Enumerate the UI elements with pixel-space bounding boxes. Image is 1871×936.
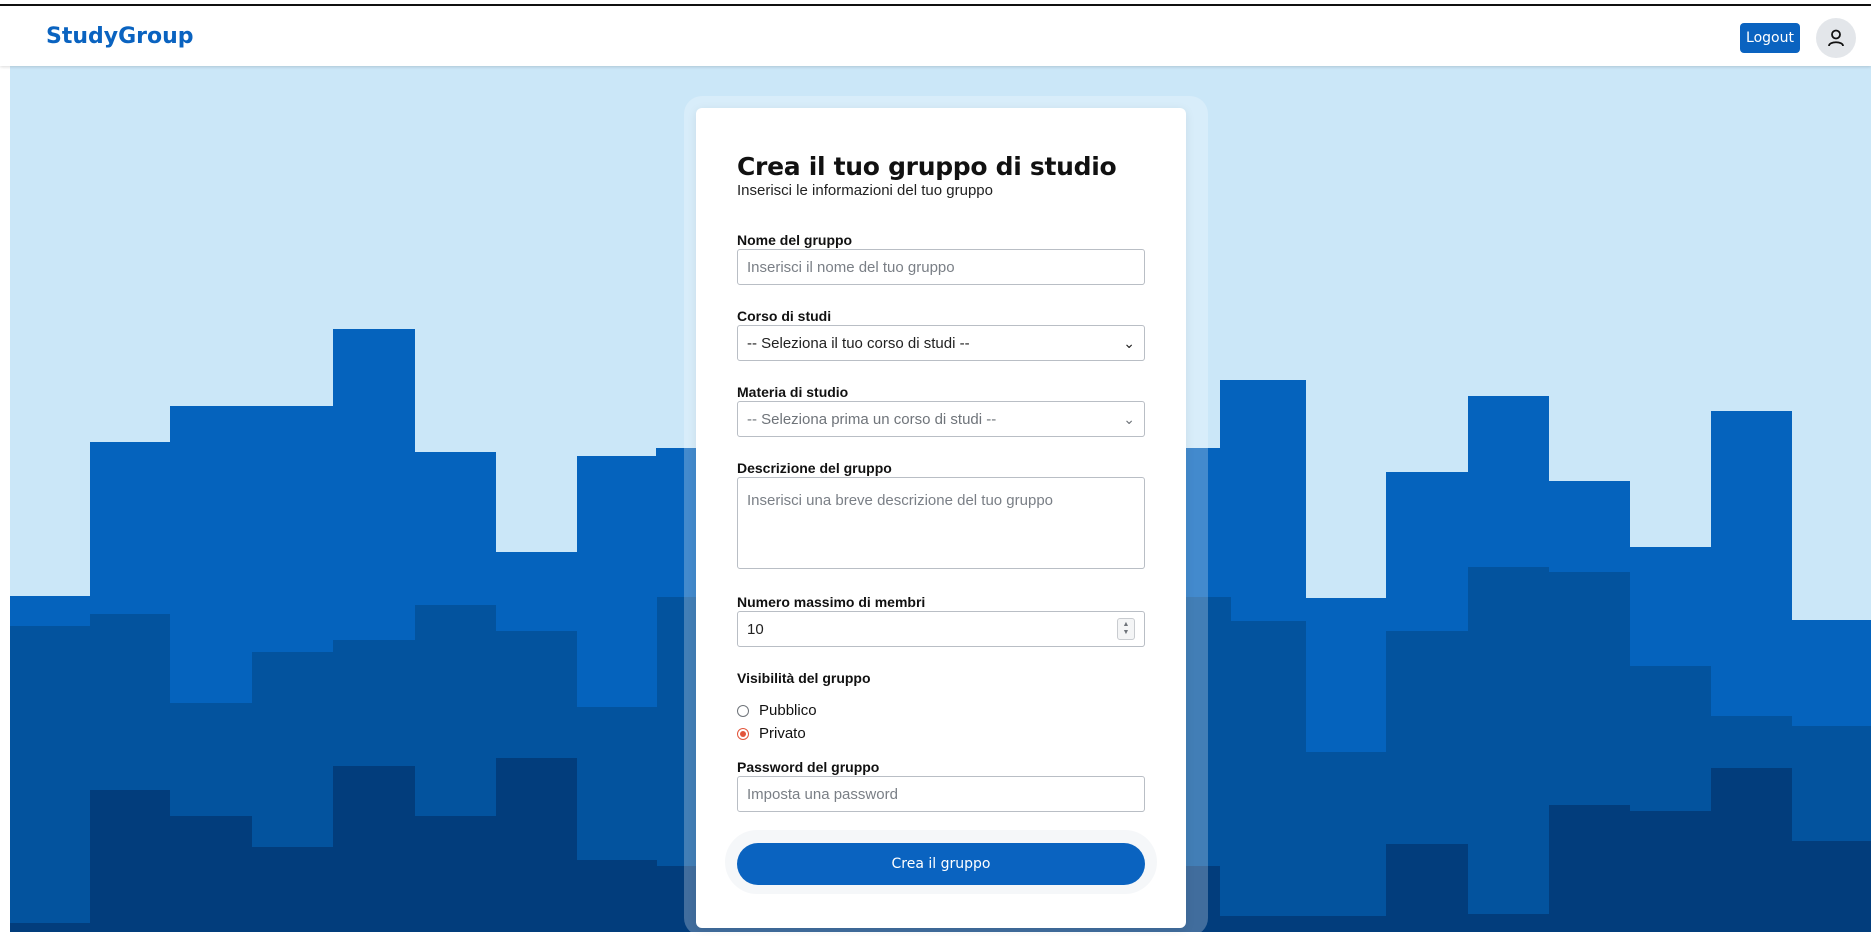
create-group-button[interactable]: Crea il gruppo <box>737 843 1145 885</box>
user-avatar[interactable] <box>1816 18 1856 58</box>
subject-select[interactable]: -- Seleziona prima un corso di studi -- … <box>737 401 1145 437</box>
spinner-up-icon: ▲ <box>1122 621 1130 628</box>
course-select-value: -- Seleziona il tuo corso di studi -- <box>747 334 970 352</box>
brand-logo[interactable]: StudyGroup <box>46 24 194 49</box>
max-members-value: 10 <box>747 620 764 638</box>
radio-private-circle[interactable] <box>737 727 749 740</box>
description-textarea[interactable] <box>737 477 1145 569</box>
page-subtitle: Inserisci le informazioni del tuo gruppo <box>737 182 993 199</box>
navbar: StudyGroup Logout <box>0 6 1871 66</box>
subject-label: Materia di studio <box>737 384 849 400</box>
group-name-label: Nome del gruppo <box>737 232 853 248</box>
spinner-down-icon: ▼ <box>1122 629 1130 636</box>
chevron-down-icon: ⌄ <box>1123 410 1135 427</box>
description-label: Descrizione del gruppo <box>737 460 892 476</box>
spinner-arrows-icon[interactable]: ▲ ▼ <box>1117 618 1135 640</box>
create-group-card: Crea il tuo gruppo di studio Inserisci l… <box>696 108 1186 928</box>
visibility-label: Visibilità del gruppo <box>737 670 871 686</box>
radio-private-label: Privato <box>759 725 806 742</box>
max-members-input[interactable]: 10 ▲ ▼ <box>737 611 1145 647</box>
radio-public-circle[interactable] <box>737 704 749 717</box>
group-name-input[interactable] <box>737 249 1145 285</box>
page-title: Crea il tuo gruppo di studio <box>737 152 1117 181</box>
radio-public[interactable]: Pubblico <box>737 702 817 719</box>
password-input[interactable] <box>737 776 1145 812</box>
radio-public-label: Pubblico <box>759 702 817 719</box>
course-select[interactable]: -- Seleziona il tuo corso di studi -- ⌄ <box>737 325 1145 361</box>
radio-private[interactable]: Privato <box>737 725 806 742</box>
chevron-down-icon: ⌄ <box>1123 334 1135 351</box>
user-icon <box>1828 29 1844 47</box>
logout-button[interactable]: Logout <box>1740 23 1800 53</box>
max-members-label: Numero massimo di membri <box>737 594 926 610</box>
subject-select-value: -- Seleziona prima un corso di studi -- <box>747 410 997 428</box>
password-label: Password del gruppo <box>737 759 880 775</box>
course-label: Corso di studi <box>737 308 832 324</box>
